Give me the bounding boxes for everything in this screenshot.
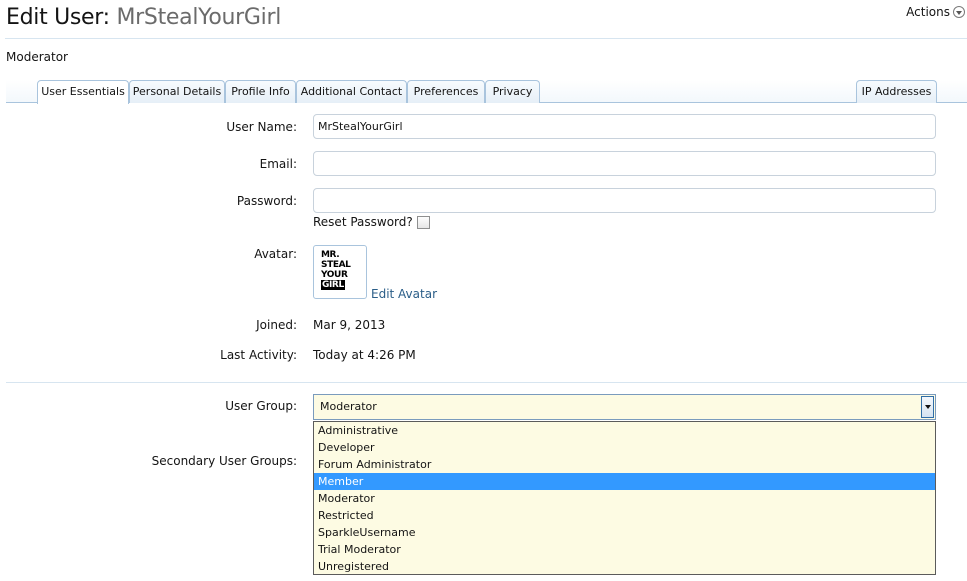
dropdown-option-forum-administrator[interactable]: Forum Administrator bbox=[314, 456, 935, 473]
avatar-text-line: MR. bbox=[321, 250, 340, 260]
last-activity-label: Last Activity: bbox=[220, 348, 297, 362]
avatar-image: MR. STEAL YOUR GIRL bbox=[321, 250, 359, 294]
tab-preferences[interactable]: Preferences bbox=[407, 80, 485, 103]
actions-menu-button[interactable]: Actions bbox=[906, 5, 965, 19]
username-input[interactable] bbox=[313, 114, 936, 139]
title-divider bbox=[5, 38, 967, 39]
section-divider bbox=[6, 382, 967, 383]
page-title-prefix: Edit User: bbox=[6, 5, 110, 30]
tab-personal-details[interactable]: Personal Details bbox=[129, 80, 225, 103]
dropdown-option-trial-moderator[interactable]: Trial Moderator bbox=[314, 541, 935, 558]
password-input[interactable] bbox=[313, 188, 936, 213]
dropdown-option-administrative[interactable]: Administrative bbox=[314, 422, 935, 439]
reset-password-row: Reset Password? bbox=[313, 215, 430, 229]
avatar[interactable]: MR. STEAL YOUR GIRL bbox=[313, 245, 367, 299]
page-title: Edit User: MrStealYourGirl bbox=[6, 5, 281, 30]
user-group-select[interactable]: Moderator bbox=[313, 394, 936, 420]
last-activity-value: Today at 4:26 PM bbox=[313, 348, 416, 362]
email-label: Email: bbox=[259, 157, 297, 171]
avatar-label: Avatar: bbox=[254, 247, 297, 261]
user-group-selected-value: Moderator bbox=[320, 400, 377, 413]
avatar-text-line: YOUR bbox=[321, 270, 348, 280]
reset-password-label: Reset Password? bbox=[313, 215, 413, 229]
dropdown-option-moderator[interactable]: Moderator bbox=[314, 490, 935, 507]
joined-value: Mar 9, 2013 bbox=[313, 318, 386, 332]
email-input[interactable] bbox=[313, 151, 936, 176]
edit-avatar-link[interactable]: Edit Avatar bbox=[371, 287, 437, 301]
page-subtitle: Moderator bbox=[6, 50, 68, 64]
tab-privacy[interactable]: Privacy bbox=[485, 80, 540, 103]
joined-label: Joined: bbox=[256, 318, 297, 332]
actions-label: Actions bbox=[906, 5, 950, 19]
dropdown-option-developer[interactable]: Developer bbox=[314, 439, 935, 456]
dropdown-option-unregistered[interactable]: Unregistered bbox=[314, 558, 935, 575]
tab-profile-info[interactable]: Profile Info bbox=[225, 80, 296, 103]
user-group-label: User Group: bbox=[225, 399, 297, 413]
dropdown-option-sparkleusername[interactable]: SparkleUsername bbox=[314, 524, 935, 541]
chevron-down-icon[interactable] bbox=[921, 396, 934, 418]
secondary-user-groups-label: Secondary User Groups: bbox=[151, 454, 297, 468]
tab-bar: User Essentials Personal Details Profile… bbox=[6, 80, 967, 104]
tab-ip-addresses[interactable]: IP Addresses bbox=[856, 80, 937, 103]
avatar-text-line: STEAL bbox=[321, 260, 351, 270]
page-title-username: MrStealYourGirl bbox=[116, 5, 282, 30]
tab-user-essentials[interactable]: User Essentials bbox=[37, 80, 129, 104]
username-label: User Name: bbox=[226, 120, 297, 134]
user-group-dropdown-list: Administrative Developer Forum Administr… bbox=[313, 421, 936, 575]
avatar-text-line: GIRL bbox=[321, 280, 345, 290]
password-label: Password: bbox=[236, 194, 297, 208]
dropdown-option-member[interactable]: Member bbox=[314, 473, 935, 490]
dropdown-option-restricted[interactable]: Restricted bbox=[314, 507, 935, 524]
reset-password-checkbox[interactable] bbox=[416, 215, 430, 229]
tab-additional-contact[interactable]: Additional Contact bbox=[296, 80, 407, 103]
chevron-down-circle-icon bbox=[953, 6, 965, 18]
